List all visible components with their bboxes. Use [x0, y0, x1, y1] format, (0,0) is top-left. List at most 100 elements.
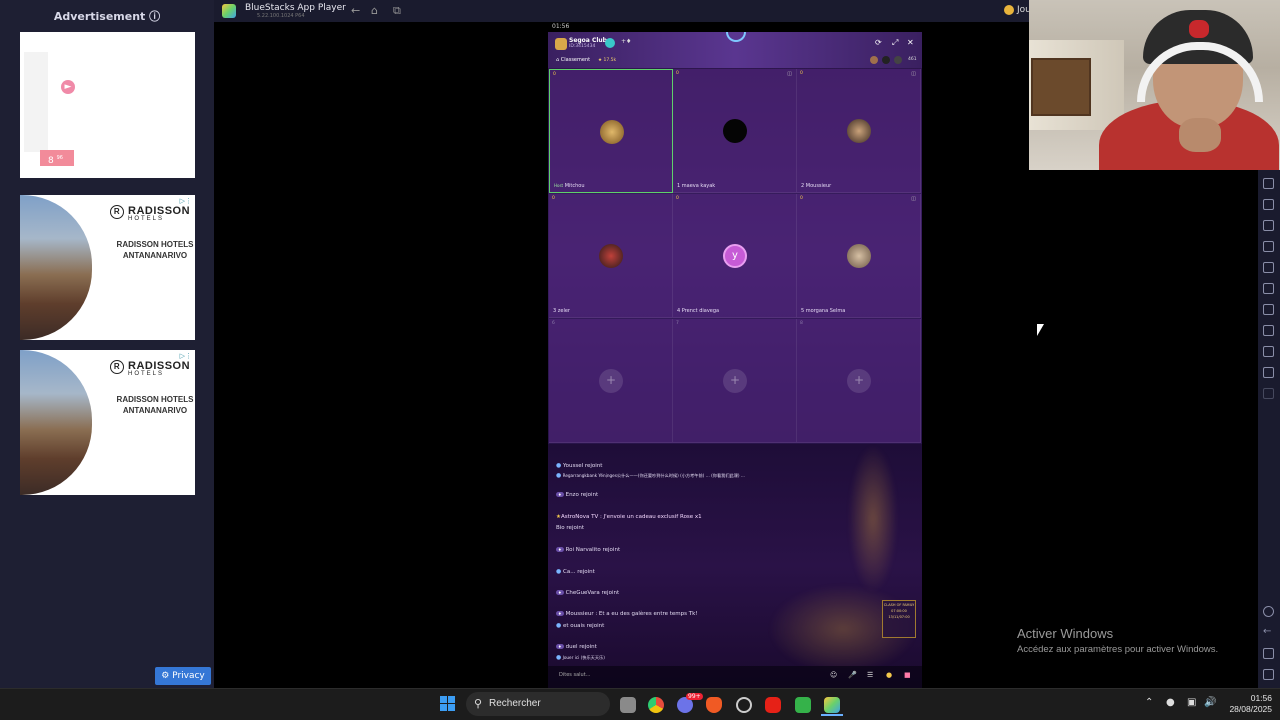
menu-icon[interactable]: ☰ [867, 671, 873, 679]
radisson-logo: R RADISSON HOTELS [110, 360, 190, 377]
seat-5[interactable]: 0 ◫ 5 morgana Selma [797, 194, 921, 318]
microphone-icon[interactable]: ● [1166, 697, 1175, 708]
ad-copy: RADISSON HOTELS ANTANANARIVO [116, 395, 194, 415]
mic-muted-icon: ◫ [911, 196, 916, 202]
bluestacks-taskbar-icon[interactable] [824, 697, 840, 713]
multi-instance-icon[interactable]: ⧉ [393, 4, 401, 18]
gamepad-icon[interactable] [1263, 262, 1274, 273]
chat-message: ● Jouer ici (快乐天天乐) [556, 654, 605, 661]
seat-6[interactable]: 6 + [549, 319, 673, 443]
play-icon[interactable]: ► [61, 80, 75, 94]
avatar[interactable] [599, 244, 623, 268]
file-manager-icon[interactable] [795, 697, 811, 713]
avatar[interactable] [847, 119, 871, 143]
avatar[interactable] [847, 244, 871, 268]
empty-seat-icon[interactable]: + [723, 369, 747, 393]
seat-label: Host Mitchou [554, 183, 585, 189]
adchoices-icon[interactable]: ▷⋮ [180, 197, 192, 205]
camera-icon[interactable] [1263, 199, 1274, 210]
emoji-icon[interactable]: ☺ [830, 671, 837, 679]
home-square-icon[interactable] [1263, 648, 1274, 659]
seat-number: 8 [800, 321, 803, 326]
taskbar-clock[interactable]: 01:56 28/08/2025 [1222, 693, 1272, 715]
privacy-button[interactable]: ⚙ Privacy [155, 667, 211, 685]
brave-icon[interactable] [706, 697, 722, 713]
chat-message: Bio rejoint [556, 525, 584, 531]
clash-date: 13/11/07:00 [888, 615, 910, 619]
chat-message: ♦ CheGueVara rejoint [556, 590, 619, 596]
ad-banner-radisson-2[interactable]: ▷⋮ R RADISSON HOTELS RADISSON HOTELS ANT… [20, 350, 195, 495]
online-count[interactable]: 461 [908, 57, 917, 62]
chat-message: ♦ Moussieur : Et a eu des galères entre t… [556, 611, 698, 617]
follow-plus-icon[interactable]: +♦ [621, 38, 631, 45]
bag-icon[interactable]: ● [886, 671, 892, 679]
taskbar-search[interactable]: ⚲ Rechercher [466, 692, 610, 716]
webcam-overlay [1029, 0, 1280, 170]
back-icon[interactable]: ← [1263, 627, 1274, 638]
seat-3[interactable]: 0 3 zeler [549, 194, 673, 318]
refresh-icon[interactable]: ⟳ [875, 38, 882, 47]
close-icon[interactable]: ✕ [907, 38, 914, 47]
screenshot-icon[interactable] [1263, 241, 1274, 252]
seat-2[interactable]: 0 ◫ 2 Moussieur [797, 69, 921, 193]
chat-area[interactable]: ● Youssel rejoint ● Regarrangkbank Yénịn… [548, 444, 922, 688]
install-apk-icon[interactable] [1263, 283, 1274, 294]
settings-gear-icon[interactable] [1263, 606, 1274, 617]
minimize-icon[interactable]: ⤢ [892, 38, 898, 48]
ad-banner-1[interactable]: ► 8 96 [20, 32, 195, 178]
windows-taskbar [0, 688, 1280, 720]
task-view-icon[interactable] [620, 697, 636, 713]
avatar[interactable]: y [723, 244, 747, 268]
sync-icon[interactable] [1263, 367, 1274, 378]
volume-icon[interactable]: 🔊 [1204, 697, 1216, 708]
viewer-avatar[interactable] [882, 56, 890, 64]
obs-icon[interactable] [736, 697, 752, 713]
level-badge: ♦ [556, 644, 564, 649]
mic-icon[interactable]: 🎤 [848, 671, 857, 679]
search-icon: ⚲ [474, 697, 483, 710]
ad-banner-radisson-1[interactable]: ▷⋮ R RADISSON HOTELS RADISSON HOTELS ANT… [20, 195, 195, 340]
empty-seat-icon[interactable]: + [847, 369, 871, 393]
layers-icon[interactable] [1263, 346, 1274, 357]
chat-text: Bio rejoint [556, 525, 585, 531]
chat-text: Enzo rejoint [565, 492, 599, 498]
seat-1[interactable]: 0 ◫ 1 maeva kayak [673, 69, 797, 193]
seat-7[interactable]: 7 + [673, 319, 797, 443]
seat-0[interactable]: 0 Host Mitchou [549, 69, 673, 193]
viewer-avatar[interactable] [894, 56, 902, 64]
network-icon[interactable]: ▣ [1187, 697, 1196, 708]
user-icon: ● [556, 472, 562, 479]
club-avatar[interactable] [555, 38, 567, 50]
level-badge: ♦ [556, 590, 564, 595]
chrome-icon[interactable] [648, 697, 664, 713]
viewer-avatar[interactable] [870, 56, 878, 64]
recent-apps-icon[interactable] [1263, 669, 1274, 680]
back-arrow-icon[interactable]: ← [351, 4, 360, 17]
more-icon[interactable] [1263, 388, 1274, 399]
clash-event-widget[interactable]: CLASH OF FAMILY 07:00:00 13/11/07:00 [882, 600, 916, 638]
clock-date: 28/08/2025 [1229, 704, 1272, 714]
chat-input[interactable]: Dites salut... [559, 672, 590, 678]
points-coin-icon [1004, 5, 1014, 15]
chevron-up-icon[interactable]: ⌃ [1145, 697, 1153, 708]
seat-label: 3 zeler [553, 308, 570, 314]
windows-start-icon[interactable] [440, 696, 456, 712]
seat-label: 4 Prenct diavega [677, 308, 720, 314]
avatar[interactable] [600, 120, 624, 144]
empty-seat-icon[interactable]: + [599, 369, 623, 393]
activate-windows-watermark: Activer Windows Accédez aux paramètres p… [1017, 626, 1218, 655]
seat-label: 1 maeva kayak [677, 183, 716, 189]
club-name[interactable]: Segoa Club [569, 37, 607, 44]
youtube-icon[interactable] [765, 697, 781, 713]
eco-mode-icon[interactable] [1263, 304, 1274, 315]
ranking-link[interactable]: ⌂ Classement [556, 57, 590, 63]
screen-record-icon[interactable] [1263, 220, 1274, 231]
adchoices-icon[interactable]: ▷⋮ [180, 352, 192, 360]
avatar[interactable] [723, 119, 747, 143]
seat-4[interactable]: 0 y 4 Prenct diavega [673, 194, 797, 318]
seat-8[interactable]: 8 + [797, 319, 921, 443]
keyboard-controls-icon[interactable] [1263, 178, 1274, 189]
gift-icon[interactable]: ■ [904, 671, 911, 679]
home-icon[interactable]: ⌂ [371, 4, 378, 17]
location-icon[interactable] [1263, 325, 1274, 336]
